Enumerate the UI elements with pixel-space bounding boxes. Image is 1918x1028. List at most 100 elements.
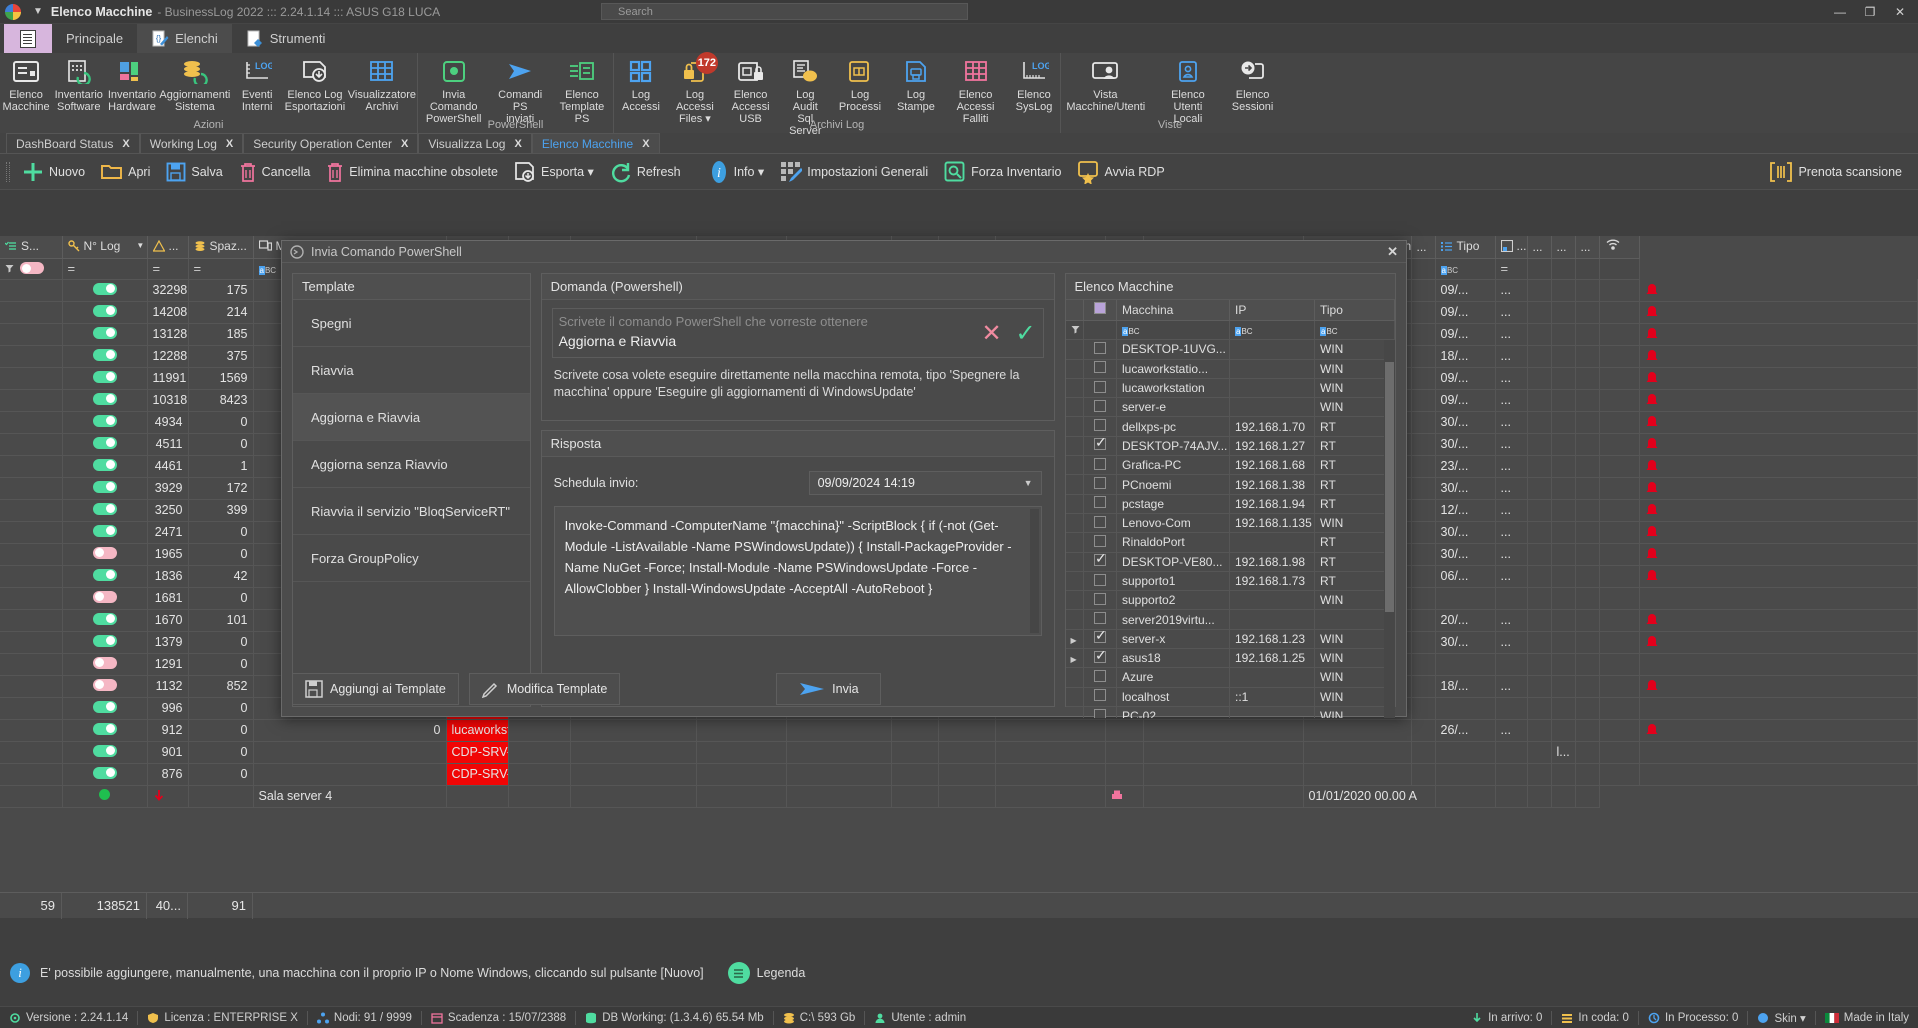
mlist-col-check[interactable]	[1083, 300, 1117, 321]
invia-button[interactable]: Invia	[776, 673, 882, 705]
grid-col-nlog[interactable]: N° Log ▼	[62, 236, 148, 259]
machine-list-row[interactable]: ▶ server-x192.168.1.23WIN	[1065, 629, 1395, 650]
grid-filter-cell[interactable]	[1575, 258, 1600, 280]
machine-list-row[interactable]: supporto1 192.168.1.73 RT	[1065, 571, 1395, 592]
row-expand[interactable]	[0, 345, 63, 368]
machine-list-row[interactable]: PCnoemi 192.168.1.38 RT	[1065, 474, 1395, 495]
minimize-button[interactable]: —	[1826, 1, 1854, 23]
mrow-checkbox[interactable]	[1083, 474, 1117, 495]
ribbon-log-accessi[interactable]: Log Accessi	[614, 53, 668, 113]
template-item-4[interactable]: Riavvia il servizio "BloqServiceRT"	[293, 488, 530, 535]
row-expand[interactable]	[0, 631, 63, 654]
row-status-toggle[interactable]	[62, 345, 148, 368]
ribbon-comandi-ps-inviati[interactable]: Comandi PS inviati	[489, 53, 551, 125]
machine-list-filter-row[interactable]: aBC aBC aBC	[1065, 320, 1395, 340]
row-status-toggle[interactable]	[62, 763, 148, 786]
doctab-visualizza-log[interactable]: Visualizza Log X	[418, 133, 532, 153]
info-button[interactable]: i Info ▾	[701, 156, 773, 188]
template-item-0[interactable]: Spegni	[293, 300, 530, 347]
grid-col-col16[interactable]: ...	[1411, 236, 1436, 259]
row-status-toggle[interactable]	[62, 741, 148, 764]
ribbon-invia-comando-powershell[interactable]: Invia Comando PowerShell	[418, 53, 489, 125]
row-expand[interactable]	[0, 697, 63, 720]
mlist-col-ip[interactable]: IP	[1229, 300, 1315, 321]
close-icon[interactable]: X	[401, 138, 408, 150]
row-status-toggle[interactable]	[62, 675, 148, 698]
grid-col-col19[interactable]: ...	[1527, 236, 1552, 259]
row-expand[interactable]	[0, 543, 63, 566]
grid-filter-cell[interactable]: =	[188, 258, 254, 280]
apri-button[interactable]: Apri	[93, 156, 158, 188]
tab-strumenti[interactable]: Strumenti	[232, 24, 340, 53]
modifica-template-button[interactable]: Modifica Template	[468, 673, 621, 705]
close-button[interactable]: ✕	[1886, 1, 1914, 23]
row-expand[interactable]	[0, 741, 63, 764]
row-expand[interactable]	[0, 609, 63, 632]
row-expand[interactable]	[0, 719, 63, 742]
ribbon-elenco-accessi-usb[interactable]: Elenco Accessi USB	[722, 53, 779, 125]
grid-col-col21[interactable]: ...	[1575, 236, 1600, 259]
row-expand[interactable]	[0, 785, 63, 808]
grid-filter-cell[interactable]	[1411, 258, 1436, 280]
machine-list-row[interactable]: pcstage 192.168.1.94 RT	[1065, 494, 1395, 514]
table-row[interactable]: 8760 CDP-SRV-BLOG	[0, 763, 1918, 786]
ribbon-elenco-accessi-falliti[interactable]: Elenco Accessi Falliti	[943, 53, 1008, 125]
row-expand[interactable]	[0, 565, 63, 588]
grid-col-col20[interactable]: ...	[1551, 236, 1576, 259]
impostazioni-generali-button[interactable]: Impostazioni Generali	[772, 156, 936, 188]
mrow-checkbox[interactable]	[1083, 667, 1117, 688]
row-status-toggle[interactable]	[62, 565, 148, 588]
row-expand[interactable]	[0, 477, 63, 500]
row-status-toggle[interactable]	[62, 521, 148, 544]
machine-list-row[interactable]: Azure WIN	[1065, 667, 1395, 688]
row-expand[interactable]	[0, 455, 63, 478]
toolbar-grip[interactable]	[6, 161, 10, 182]
search-input[interactable]: Search	[601, 3, 968, 20]
mlist-col-macchina[interactable]: Macchina	[1116, 300, 1230, 321]
template-item-1[interactable]: Riavvia	[293, 347, 530, 394]
machine-list-row[interactable]: lucaworkstatio... WIN	[1065, 359, 1395, 379]
ribbon-log-accessi-files[interactable]: 172 Log Accessi Files ▾	[668, 52, 722, 125]
ribbon-visualizzatore-archivi[interactable]: Visualizzatore Archivi	[347, 53, 417, 113]
row-expand[interactable]	[0, 763, 63, 786]
machine-list-row[interactable]: server-e WIN	[1065, 397, 1395, 418]
row-expand[interactable]	[0, 521, 63, 544]
ribbon-eventi-interni[interactable]: LOG Eventi Interni	[231, 53, 283, 113]
mrow-checkbox[interactable]	[1083, 359, 1117, 379]
row-status-toggle[interactable]	[62, 389, 148, 412]
mlist-col-tipo[interactable]: Tipo	[1314, 300, 1395, 321]
filter-ip[interactable]: aBC	[1229, 320, 1315, 340]
aggiungi-template-button[interactable]: Aggiungi ai Template	[292, 673, 459, 705]
mrow-checkbox[interactable]	[1083, 590, 1117, 611]
schedule-input[interactable]: 09/09/2024 14:19 ▼	[808, 471, 1042, 495]
grid-col-col18[interactable]: ...	[1495, 236, 1528, 259]
row-expand[interactable]	[0, 499, 63, 522]
row-status-toggle[interactable]	[62, 455, 148, 478]
machine-list-row[interactable]: lucaworkstation WIN	[1065, 378, 1395, 399]
grid-filter-cell[interactable]: aBC	[1435, 258, 1496, 280]
machine-list-scrollbar[interactable]	[1384, 339, 1395, 718]
grid-filter-cell[interactable]	[1527, 258, 1552, 280]
mrow-checkbox[interactable]	[1083, 436, 1117, 457]
grid-filter-cell[interactable]: =	[1495, 258, 1528, 280]
row-status-toggle[interactable]	[62, 499, 148, 522]
machine-list-row[interactable]: DESKTOP-1UVG... WIN	[1065, 339, 1395, 360]
filter-tipo[interactable]: aBC	[1314, 320, 1395, 340]
question-input[interactable]: Scrivete il comando PowerShell che vorre…	[553, 309, 975, 357]
filter-macchina[interactable]: aBC	[1116, 320, 1230, 340]
maximize-button[interactable]: ❐	[1856, 1, 1884, 23]
row-status-toggle[interactable]	[62, 477, 148, 500]
application-menu-button[interactable]	[4, 24, 52, 53]
machine-list-row[interactable]: localhost::1 WIN	[1065, 687, 1395, 707]
row-expand[interactable]	[0, 389, 63, 412]
tab-principale[interactable]: Principale	[52, 24, 137, 53]
table-row[interactable]: 9010 CDP-SRV-KSC l...	[0, 741, 1918, 764]
row-status-toggle[interactable]	[62, 631, 148, 654]
machine-list-row[interactable]: DESKTOP-74AJV...192.168.1.27RT	[1065, 436, 1395, 457]
doctab-working-log[interactable]: Working Log X	[139, 133, 244, 153]
script-textarea[interactable]: Invoke-Command -ComputerName "{macchina}…	[553, 506, 1042, 636]
mrow-checkbox[interactable]	[1083, 552, 1117, 572]
table-row[interactable]: 91200lucaworkstatio26/......	[0, 719, 1918, 742]
ribbon-log-processi[interactable]: Log Processi	[831, 53, 888, 113]
status-skin[interactable]: Skin ▾	[1748, 1011, 1814, 1025]
